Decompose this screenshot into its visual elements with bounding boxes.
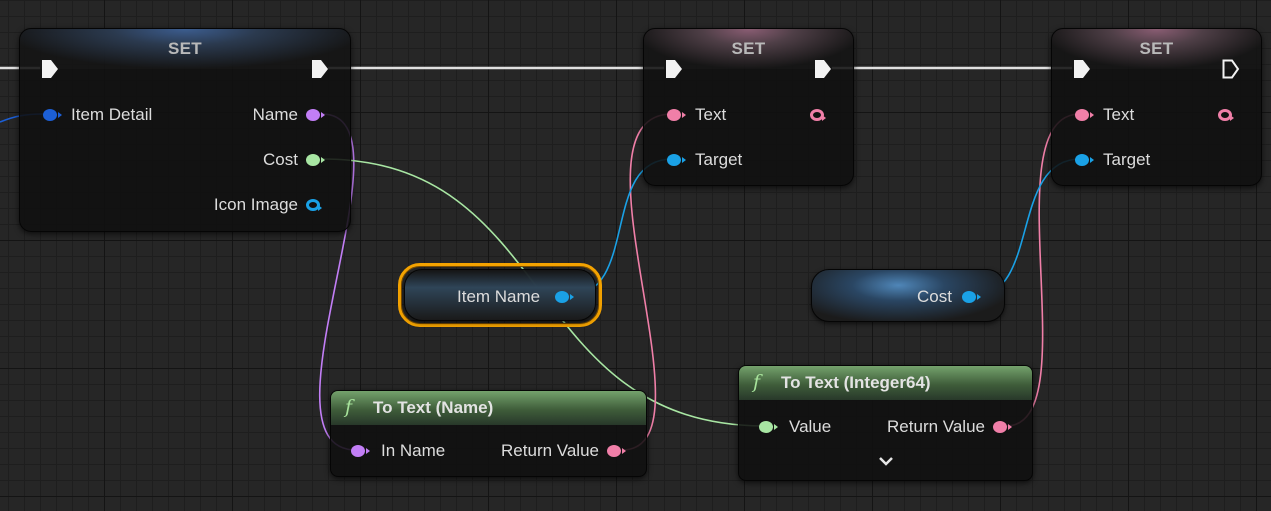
text-input-pin[interactable] — [1075, 109, 1094, 121]
target-label: Target — [695, 150, 743, 169]
icon-image-output-pin[interactable] — [306, 199, 322, 211]
to-text-integer64-node[interactable]: f To Text (Integer64) Value Return Value — [738, 365, 1033, 481]
set-node-text-name[interactable]: SET Text Target — [643, 28, 854, 186]
node-title: SET — [168, 39, 202, 58]
cost-getter-label: Cost — [917, 287, 952, 306]
cost-getter-output-pin[interactable] — [962, 291, 981, 303]
cost-output-pin[interactable] — [306, 154, 325, 166]
item-name-output-pin[interactable] — [555, 291, 574, 303]
node-title: SET — [731, 39, 766, 58]
node-title: To Text (Integer64) — [781, 373, 931, 392]
text-label: Text — [1103, 105, 1135, 124]
get-cost-node[interactable]: Cost — [811, 269, 1005, 322]
text-label: Text — [695, 105, 727, 124]
blueprint-graph-canvas[interactable]: SET Item Detail Name Cost Icon Image SET… — [0, 0, 1271, 511]
exec-in-pin[interactable] — [41, 59, 59, 79]
node-title: SET — [1139, 39, 1174, 58]
to-text-name-node[interactable]: f To Text (Name) In Name Return Value — [330, 390, 647, 477]
item-detail-label: Item Detail — [71, 105, 153, 124]
text-input-pin[interactable] — [667, 109, 686, 121]
node-title: To Text (Name) — [373, 398, 494, 417]
icon-image-label: Icon Image — [213, 195, 298, 214]
item-name-label: Item Name — [457, 287, 541, 306]
return-value-output-pin[interactable] — [993, 421, 1012, 433]
name-output-pin[interactable] — [306, 109, 325, 121]
text-output-pin[interactable] — [1218, 109, 1234, 121]
cost-label: Cost — [263, 150, 298, 169]
target-input-pin[interactable] — [1075, 154, 1094, 166]
item-detail-input-pin[interactable] — [43, 109, 62, 121]
function-icon: f — [753, 371, 761, 393]
chevron-down-icon[interactable] — [878, 454, 894, 472]
in-name-label: In Name — [381, 441, 446, 460]
get-item-name-node[interactable]: Item Name — [404, 269, 596, 321]
value-label: Value — [789, 417, 832, 436]
name-label: Name — [252, 105, 298, 124]
value-input-pin[interactable] — [759, 421, 778, 433]
set-node-text-cost[interactable]: SET Text Target — [1051, 28, 1262, 186]
exec-in-pin[interactable] — [665, 59, 683, 79]
target-label: Target — [1103, 150, 1151, 169]
target-input-pin[interactable] — [667, 154, 686, 166]
in-name-input-pin[interactable] — [351, 445, 370, 457]
exec-out-pin[interactable] — [1222, 59, 1240, 79]
return-value-label: Return Value — [887, 417, 985, 436]
text-output-pin[interactable] — [810, 109, 826, 121]
function-icon: f — [345, 396, 353, 418]
set-node-item-detail[interactable]: SET Item Detail Name Cost Icon Image — [19, 28, 351, 232]
exec-out-pin[interactable] — [814, 59, 832, 79]
return-value-output-pin[interactable] — [607, 445, 626, 457]
exec-in-pin[interactable] — [1073, 59, 1091, 79]
exec-out-pin[interactable] — [311, 59, 329, 79]
return-value-label: Return Value — [501, 441, 599, 460]
